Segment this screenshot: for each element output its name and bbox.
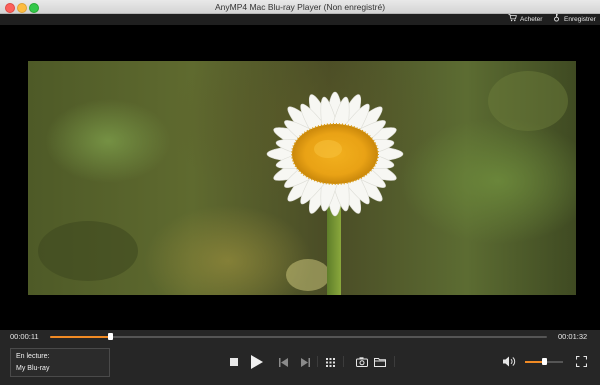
volume-slider[interactable] (525, 358, 563, 365)
now-playing-panel: En lecture: My Blu-ray (10, 348, 110, 377)
separator (394, 356, 395, 367)
seek-bar-fill (50, 336, 110, 338)
buy-label: Acheter (520, 16, 543, 23)
menu-button[interactable] (324, 356, 336, 368)
stop-button[interactable] (228, 356, 240, 368)
open-file-button[interactable] (373, 355, 387, 368)
previous-chapter-button[interactable] (277, 356, 289, 368)
mute-button[interactable] (502, 355, 516, 368)
window-title: AnyMP4 Mac Blu-ray Player (Non enregistr… (214, 2, 386, 12)
register-button[interactable]: Enregistrer (552, 13, 596, 25)
total-time: 00:01:32 (558, 332, 588, 341)
volume-slider-handle[interactable] (542, 358, 547, 365)
fullscreen-button[interactable] (575, 355, 588, 368)
snapshot-button[interactable] (355, 355, 369, 368)
daisy-image (38, 71, 568, 295)
seek-bar[interactable] (50, 333, 547, 340)
snapshot-icon (356, 356, 368, 367)
folder-icon (374, 357, 386, 367)
next-chapter-button[interactable] (299, 356, 311, 368)
volume-icon (502, 356, 515, 367)
play-icon (251, 354, 263, 369)
fullscreen-icon (576, 356, 587, 367)
separator (317, 356, 318, 367)
separator (343, 356, 344, 367)
menu-grid-icon (325, 357, 335, 367)
buy-button[interactable]: Acheter (508, 13, 543, 25)
control-bar: 00:00:11 00:01:32 En lecture: My Blu-ray (0, 330, 600, 385)
next-icon (300, 357, 310, 367)
now-playing-label: En lecture: (16, 353, 50, 360)
stop-icon (230, 358, 238, 366)
seek-bar-handle[interactable] (107, 333, 113, 340)
register-label: Enregistrer (564, 16, 596, 23)
title-bar: AnyMP4 Mac Blu-ray Player (Non enregistr… (0, 0, 600, 14)
video-area[interactable] (0, 25, 600, 330)
now-playing-title: My Blu-ray (16, 365, 50, 372)
video-frame (28, 61, 576, 295)
previous-icon (278, 357, 288, 367)
top-toolbar: Acheter Enregistrer (0, 13, 600, 25)
current-time: 00:00:11 (10, 332, 39, 341)
play-button[interactable] (249, 353, 265, 370)
